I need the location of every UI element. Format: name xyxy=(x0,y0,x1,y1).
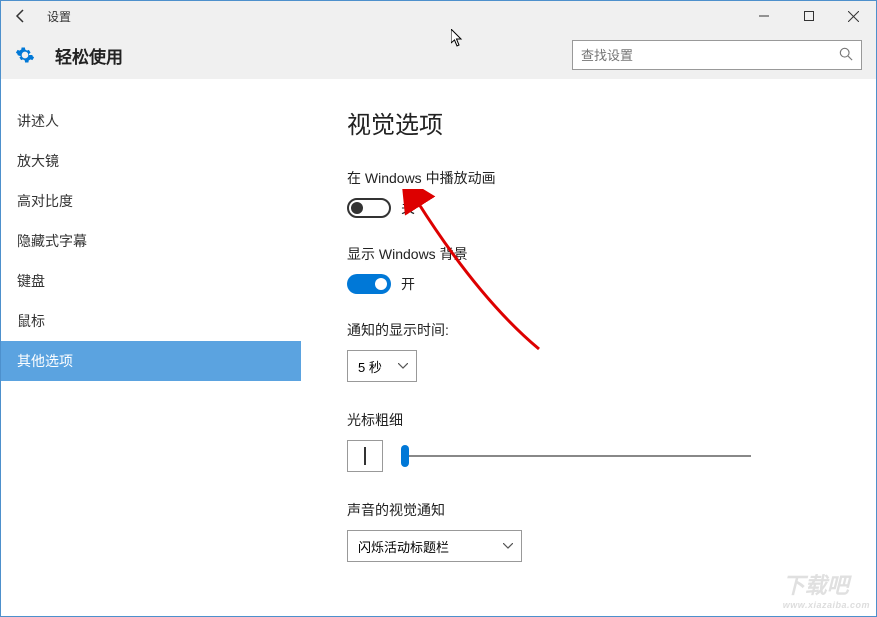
sidebar-item-other-options[interactable]: 其他选项 xyxy=(1,341,301,381)
close-button[interactable] xyxy=(831,1,876,31)
cursor-preview xyxy=(347,440,383,472)
sound-visual-label: 声音的视觉通知 xyxy=(347,500,836,520)
maximize-button[interactable] xyxy=(786,1,831,31)
sidebar-item-narrator[interactable]: 讲述人 xyxy=(1,101,301,141)
sidebar-item-keyboard[interactable]: 键盘 xyxy=(1,261,301,301)
header-title: 轻松使用 xyxy=(55,43,123,68)
cursor-thickness-slider[interactable] xyxy=(401,444,751,468)
sound-visual-dropdown[interactable]: 闪烁活动标题栏 xyxy=(347,530,522,562)
gear-icon xyxy=(15,45,35,65)
sidebar: 讲述人 放大镜 高对比度 隐藏式字幕 键盘 鼠标 其他选项 xyxy=(1,79,301,616)
minimize-button[interactable] xyxy=(741,1,786,31)
window-controls xyxy=(741,1,876,31)
animations-label: 在 Windows 中播放动画 xyxy=(347,168,836,188)
sidebar-item-high-contrast[interactable]: 高对比度 xyxy=(1,181,301,221)
chevron-down-icon xyxy=(398,360,408,372)
sidebar-item-magnifier[interactable]: 放大镜 xyxy=(1,141,301,181)
animations-state: 关 xyxy=(401,198,415,218)
sidebar-item-mouse[interactable]: 鼠标 xyxy=(1,301,301,341)
notification-time-dropdown[interactable]: 5 秒 xyxy=(347,350,417,382)
page-title: 视觉选项 xyxy=(347,105,836,140)
content: 视觉选项 在 Windows 中播放动画 关 显示 Windows 背景 开 通… xyxy=(301,79,876,616)
animations-toggle[interactable] xyxy=(347,198,391,218)
header: 轻松使用 xyxy=(1,31,876,79)
titlebar: 设置 xyxy=(1,1,876,31)
background-state: 开 xyxy=(401,274,415,294)
cursor-thickness-label: 光标粗细 xyxy=(347,410,836,430)
background-toggle[interactable] xyxy=(347,274,391,294)
sidebar-item-closed-captions[interactable]: 隐藏式字幕 xyxy=(1,221,301,261)
search-input[interactable] xyxy=(581,48,839,63)
background-label: 显示 Windows 背景 xyxy=(347,244,836,264)
search-box[interactable] xyxy=(572,40,862,70)
chevron-down-icon xyxy=(503,540,513,552)
notification-time-label: 通知的显示时间: xyxy=(347,320,836,340)
search-icon xyxy=(839,47,853,64)
window-title: 设置 xyxy=(47,8,71,25)
back-button[interactable] xyxy=(1,1,41,31)
